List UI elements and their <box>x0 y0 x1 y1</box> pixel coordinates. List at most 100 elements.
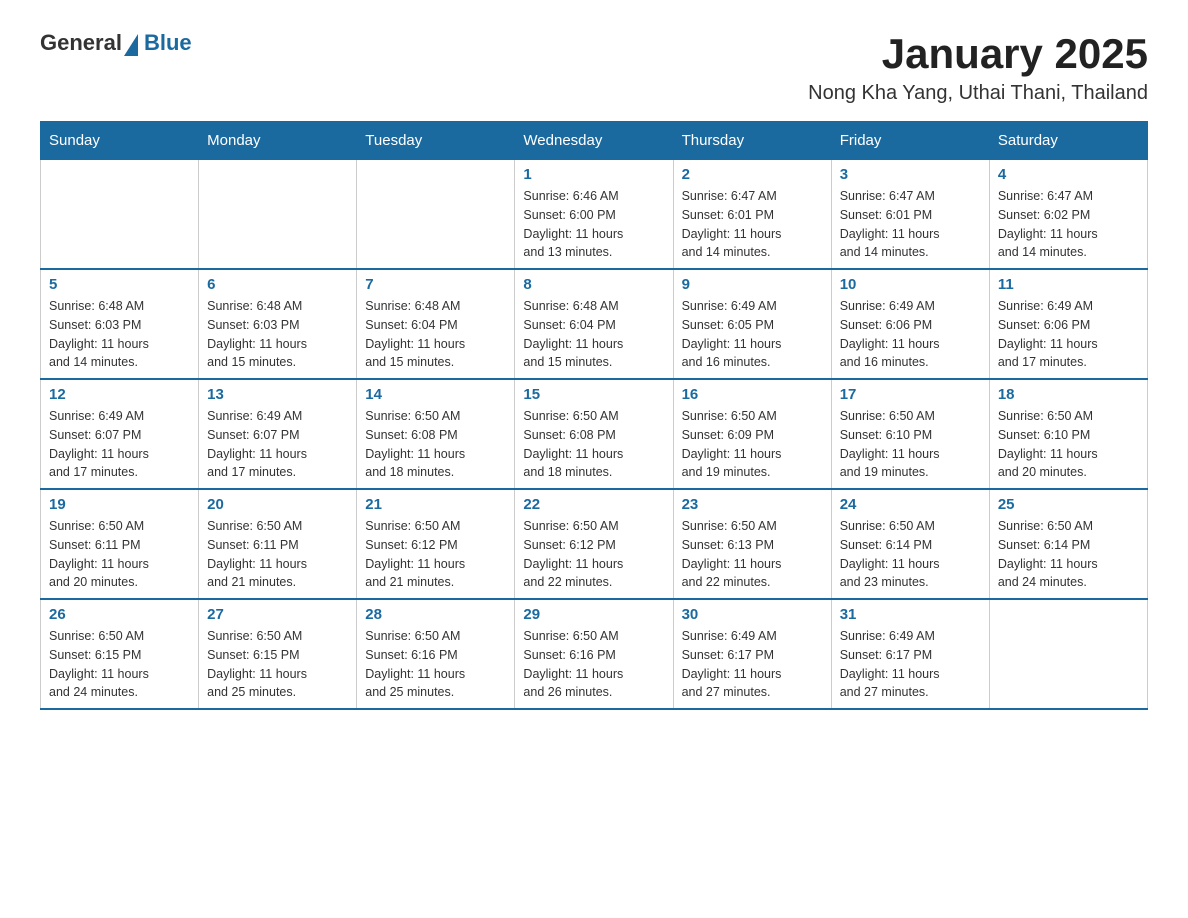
calendar-cell: 7 Sunrise: 6:48 AMSunset: 6:04 PMDaylight… <box>357 269 515 379</box>
logo: General Blue <box>40 30 192 56</box>
day-info: Sunrise: 6:50 AMSunset: 6:10 PMDaylight:… <box>998 407 1139 482</box>
page-header: General Blue January 2025 Nong Kha Yang,… <box>40 30 1148 105</box>
calendar-cell: 29 Sunrise: 6:50 AMSunset: 6:16 PMDayligh… <box>515 599 673 709</box>
day-number: 15 <box>523 386 664 403</box>
calendar-cell: 17 Sunrise: 6:50 AMSunset: 6:10 PMDayligh… <box>831 379 989 489</box>
day-info: Sunrise: 6:47 AMSunset: 6:01 PMDaylight:… <box>840 187 981 262</box>
title-section: January 2025 Nong Kha Yang, Uthai Thani,… <box>808 30 1148 105</box>
calendar-cell: 8 Sunrise: 6:48 AMSunset: 6:04 PMDaylight… <box>515 269 673 379</box>
calendar-header: SundayMondayTuesdayWednesdayThursdayFrid… <box>41 122 1148 160</box>
calendar-cell <box>41 160 199 270</box>
calendar-cell: 19 Sunrise: 6:50 AMSunset: 6:11 PMDayligh… <box>41 489 199 599</box>
day-header-tuesday: Tuesday <box>357 122 515 160</box>
day-number: 22 <box>523 496 664 513</box>
day-info: Sunrise: 6:50 AMSunset: 6:14 PMDaylight:… <box>840 517 981 592</box>
calendar-cell: 1 Sunrise: 6:46 AMSunset: 6:00 PMDaylight… <box>515 160 673 270</box>
day-info: Sunrise: 6:48 AMSunset: 6:03 PMDaylight:… <box>49 297 190 372</box>
calendar-cell: 13 Sunrise: 6:49 AMSunset: 6:07 PMDayligh… <box>199 379 357 489</box>
day-info: Sunrise: 6:50 AMSunset: 6:11 PMDaylight:… <box>207 517 348 592</box>
day-number: 30 <box>682 606 823 623</box>
calendar-subtitle: Nong Kha Yang, Uthai Thani, Thailand <box>808 82 1148 105</box>
day-number: 21 <box>365 496 506 513</box>
day-number: 5 <box>49 276 190 293</box>
day-info: Sunrise: 6:48 AMSunset: 6:03 PMDaylight:… <box>207 297 348 372</box>
calendar-cell: 22 Sunrise: 6:50 AMSunset: 6:12 PMDayligh… <box>515 489 673 599</box>
day-info: Sunrise: 6:49 AMSunset: 6:06 PMDaylight:… <box>840 297 981 372</box>
day-info: Sunrise: 6:50 AMSunset: 6:16 PMDaylight:… <box>523 627 664 702</box>
day-info: Sunrise: 6:50 AMSunset: 6:10 PMDaylight:… <box>840 407 981 482</box>
day-number: 13 <box>207 386 348 403</box>
day-info: Sunrise: 6:49 AMSunset: 6:06 PMDaylight:… <box>998 297 1139 372</box>
day-info: Sunrise: 6:49 AMSunset: 6:05 PMDaylight:… <box>682 297 823 372</box>
day-info: Sunrise: 6:50 AMSunset: 6:08 PMDaylight:… <box>523 407 664 482</box>
day-number: 9 <box>682 276 823 293</box>
day-info: Sunrise: 6:50 AMSunset: 6:12 PMDaylight:… <box>523 517 664 592</box>
day-number: 19 <box>49 496 190 513</box>
day-number: 14 <box>365 386 506 403</box>
day-number: 8 <box>523 276 664 293</box>
days-header-row: SundayMondayTuesdayWednesdayThursdayFrid… <box>41 122 1148 160</box>
day-number: 4 <box>998 166 1139 183</box>
calendar-cell: 20Sunrise: 6:50 AMSunset: 6:11 PMDayligh… <box>199 489 357 599</box>
day-info: Sunrise: 6:50 AMSunset: 6:09 PMDaylight:… <box>682 407 823 482</box>
calendar-title: January 2025 <box>808 30 1148 78</box>
day-info: Sunrise: 6:49 AMSunset: 6:07 PMDaylight:… <box>49 407 190 482</box>
day-number: 1 <box>523 166 664 183</box>
day-number: 29 <box>523 606 664 623</box>
calendar-body: 1 Sunrise: 6:46 AMSunset: 6:00 PMDaylight… <box>41 160 1148 710</box>
day-number: 11 <box>998 276 1139 293</box>
calendar-cell: 24Sunrise: 6:50 AMSunset: 6:14 PMDayligh… <box>831 489 989 599</box>
calendar-cell: 30 Sunrise: 6:49 AMSunset: 6:17 PMDayligh… <box>673 599 831 709</box>
day-info: Sunrise: 6:50 AMSunset: 6:15 PMDaylight:… <box>49 627 190 702</box>
calendar-cell: 25Sunrise: 6:50 AMSunset: 6:14 PMDayligh… <box>989 489 1147 599</box>
calendar-cell: 2Sunrise: 6:47 AMSunset: 6:01 PMDaylight… <box>673 160 831 270</box>
calendar-week-row: 5 Sunrise: 6:48 AMSunset: 6:03 PMDaylight… <box>41 269 1148 379</box>
day-number: 23 <box>682 496 823 513</box>
calendar-cell: 12 Sunrise: 6:49 AMSunset: 6:07 PMDayligh… <box>41 379 199 489</box>
calendar-cell <box>989 599 1147 709</box>
day-info: Sunrise: 6:49 AMSunset: 6:17 PMDaylight:… <box>682 627 823 702</box>
day-number: 7 <box>365 276 506 293</box>
calendar-cell: 28Sunrise: 6:50 AMSunset: 6:16 PMDayligh… <box>357 599 515 709</box>
logo-triangle-icon <box>124 34 138 56</box>
day-number: 26 <box>49 606 190 623</box>
calendar-cell: 27Sunrise: 6:50 AMSunset: 6:15 PMDayligh… <box>199 599 357 709</box>
day-header-saturday: Saturday <box>989 122 1147 160</box>
day-header-sunday: Sunday <box>41 122 199 160</box>
calendar-cell <box>199 160 357 270</box>
day-number: 27 <box>207 606 348 623</box>
day-number: 17 <box>840 386 981 403</box>
calendar-week-row: 1 Sunrise: 6:46 AMSunset: 6:00 PMDaylight… <box>41 160 1148 270</box>
day-info: Sunrise: 6:50 AMSunset: 6:11 PMDaylight:… <box>49 517 190 592</box>
calendar-cell: 11 Sunrise: 6:49 AMSunset: 6:06 PMDayligh… <box>989 269 1147 379</box>
calendar-cell: 9 Sunrise: 6:49 AMSunset: 6:05 PMDaylight… <box>673 269 831 379</box>
day-info: Sunrise: 6:48 AMSunset: 6:04 PMDaylight:… <box>365 297 506 372</box>
day-number: 28 <box>365 606 506 623</box>
calendar-cell: 4Sunrise: 6:47 AMSunset: 6:02 PMDaylight… <box>989 160 1147 270</box>
day-number: 2 <box>682 166 823 183</box>
calendar-table: SundayMondayTuesdayWednesdayThursdayFrid… <box>40 121 1148 710</box>
day-info: Sunrise: 6:46 AMSunset: 6:00 PMDaylight:… <box>523 187 664 262</box>
calendar-cell: 5 Sunrise: 6:48 AMSunset: 6:03 PMDaylight… <box>41 269 199 379</box>
day-number: 10 <box>840 276 981 293</box>
day-header-wednesday: Wednesday <box>515 122 673 160</box>
calendar-cell: 3Sunrise: 6:47 AMSunset: 6:01 PMDaylight… <box>831 160 989 270</box>
day-number: 6 <box>207 276 348 293</box>
calendar-week-row: 19 Sunrise: 6:50 AMSunset: 6:11 PMDayligh… <box>41 489 1148 599</box>
day-number: 25 <box>998 496 1139 513</box>
day-info: Sunrise: 6:50 AMSunset: 6:13 PMDaylight:… <box>682 517 823 592</box>
day-info: Sunrise: 6:50 AMSunset: 6:08 PMDaylight:… <box>365 407 506 482</box>
calendar-cell: 15 Sunrise: 6:50 AMSunset: 6:08 PMDayligh… <box>515 379 673 489</box>
day-info: Sunrise: 6:50 AMSunset: 6:12 PMDaylight:… <box>365 517 506 592</box>
calendar-cell: 23 Sunrise: 6:50 AMSunset: 6:13 PMDayligh… <box>673 489 831 599</box>
day-info: Sunrise: 6:48 AMSunset: 6:04 PMDaylight:… <box>523 297 664 372</box>
calendar-cell: 26 Sunrise: 6:50 AMSunset: 6:15 PMDayligh… <box>41 599 199 709</box>
day-header-thursday: Thursday <box>673 122 831 160</box>
day-number: 16 <box>682 386 823 403</box>
calendar-week-row: 26 Sunrise: 6:50 AMSunset: 6:15 PMDayligh… <box>41 599 1148 709</box>
calendar-cell: 10 Sunrise: 6:49 AMSunset: 6:06 PMDayligh… <box>831 269 989 379</box>
calendar-cell: 18Sunrise: 6:50 AMSunset: 6:10 PMDayligh… <box>989 379 1147 489</box>
day-info: Sunrise: 6:49 AMSunset: 6:07 PMDaylight:… <box>207 407 348 482</box>
calendar-cell: 31Sunrise: 6:49 AMSunset: 6:17 PMDayligh… <box>831 599 989 709</box>
day-number: 12 <box>49 386 190 403</box>
